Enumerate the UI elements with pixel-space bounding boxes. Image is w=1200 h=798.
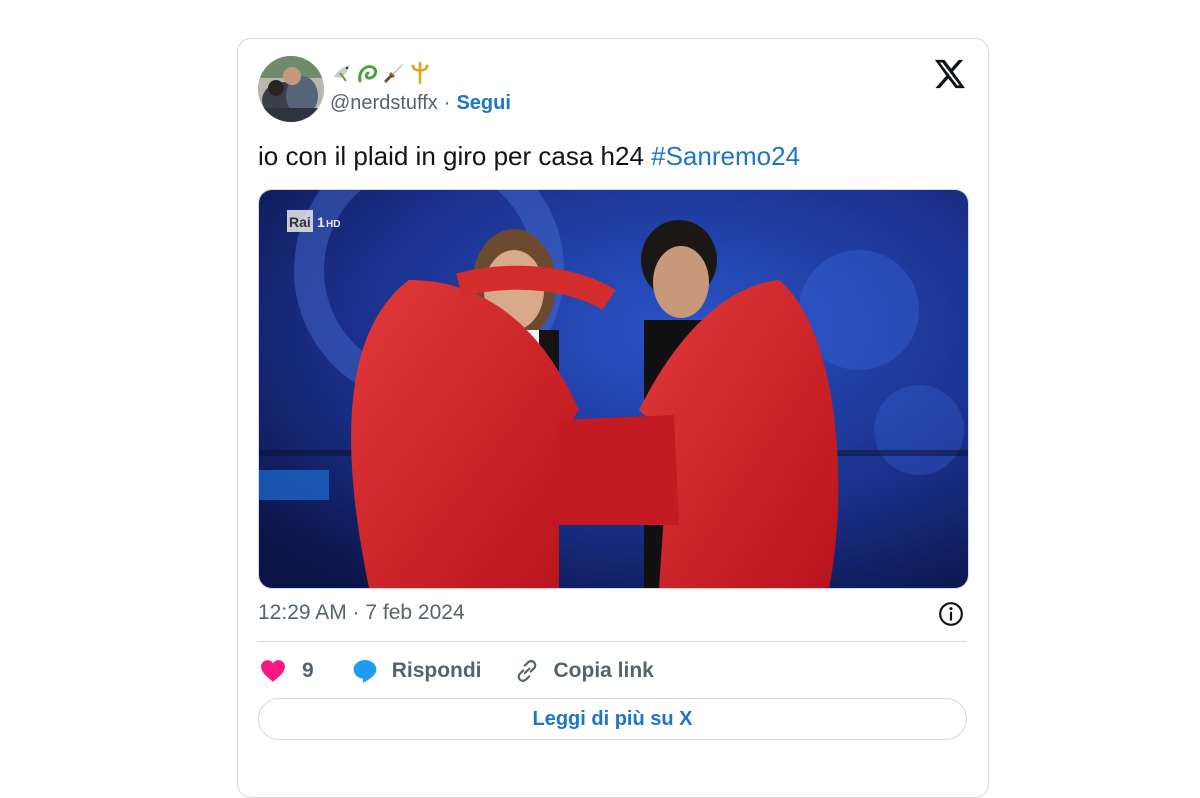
- copy-link-label: Copia link: [553, 659, 654, 682]
- separator-dot: ·: [443, 92, 451, 114]
- tweet-actions: 9 Rispondi Copia link: [260, 657, 654, 685]
- display-name[interactable]: [330, 61, 432, 91]
- trident-emoji-icon: [408, 61, 432, 91]
- tweet-body: io con il plaid in giro per casa h24: [258, 141, 652, 171]
- copy-link-button[interactable]: Copia link: [514, 658, 654, 684]
- dagger-emoji-icon: [382, 61, 406, 91]
- reply-button[interactable]: Rispondi: [352, 658, 482, 684]
- tweet-text: io con il plaid in giro per casa h24 #Sa…: [258, 139, 800, 173]
- link-icon: [514, 658, 540, 684]
- x-logo-icon[interactable]: [932, 57, 966, 91]
- like-button[interactable]: 9: [260, 659, 314, 683]
- user-handle[interactable]: @nerdstuffx: [330, 92, 438, 115]
- like-count: 9: [302, 659, 314, 682]
- follow-button[interactable]: Segui: [456, 92, 510, 115]
- dove-emoji-icon: [330, 61, 354, 91]
- heart-icon: [260, 659, 286, 683]
- channel-number: 1: [317, 214, 325, 230]
- info-icon[interactable]: [938, 601, 964, 627]
- tweet-timestamp[interactable]: 12:29 AM · 7 feb 2024: [258, 601, 465, 625]
- tweet-media-image[interactable]: Rai 1 HD: [258, 189, 969, 589]
- dragon-emoji-icon: [356, 61, 380, 91]
- avatar[interactable]: [258, 56, 324, 122]
- reply-label: Rispondi: [391, 659, 482, 682]
- read-more-button[interactable]: Leggi di più su X: [258, 698, 967, 740]
- media-scene: Rai 1 HD: [259, 190, 968, 588]
- channel-logo-rai: Rai: [289, 214, 311, 230]
- handle-row: @nerdstuffx · Segui: [330, 92, 511, 115]
- divider: [258, 641, 967, 642]
- speech-bubble-icon: [352, 658, 378, 684]
- channel-suffix: HD: [326, 219, 340, 230]
- tweet-embed-card: @nerdstuffx · Segui io con il plaid in g…: [237, 38, 989, 798]
- hashtag-link[interactable]: #Sanremo24: [651, 141, 800, 171]
